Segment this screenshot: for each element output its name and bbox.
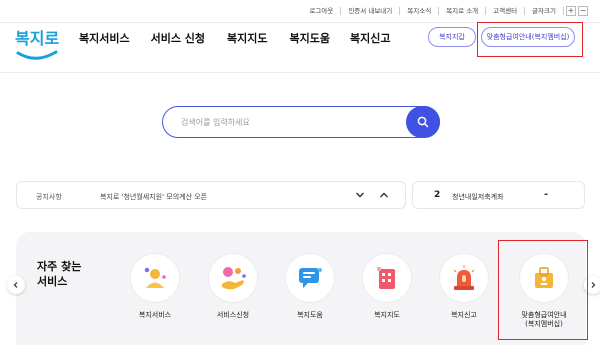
building-icon (377, 267, 395, 289)
service-map[interactable]: 복지지도 (357, 254, 417, 320)
utility-bar: 로그아웃 인증서 내보내기 복지소식 복지로 소개 고객센터 글자크기 + − (302, 5, 588, 17)
export-cert-link[interactable]: 인증서 내보내기 (341, 7, 401, 15)
search-button[interactable] (406, 105, 440, 138)
search-input[interactable]: 검색어를 입력하세요 (181, 117, 250, 128)
service-icon-circle (440, 254, 488, 302)
about-link[interactable]: 복지로 소개 (439, 7, 487, 15)
hand-coin-icon (222, 267, 246, 290)
ranking-bar[interactable]: 2 청년내일저축계좌 - (412, 181, 585, 209)
nav-welfare-service[interactable]: 복지서비스 (79, 30, 130, 46)
nav-welfare-help[interactable]: 복지도움 (290, 30, 330, 46)
welfare-wallet-button[interactable]: 복지지갑 (428, 27, 476, 47)
service-icon-circle (209, 254, 257, 302)
search-icon (417, 116, 429, 127)
service-icon-circle (131, 254, 179, 302)
highlight-box-header (477, 22, 583, 57)
person-icon (144, 267, 166, 288)
font-size-increase-button[interactable]: + (566, 6, 576, 16)
service-icon-circle (286, 254, 334, 302)
notice-bar: 공지사항 복지로 '청년월세지원' 모의계산 오픈 (16, 181, 406, 209)
service-apply[interactable]: 서비스신청 (203, 254, 263, 320)
service-label: 복지도움 (297, 311, 323, 319)
logout-link[interactable]: 로그아웃 (302, 7, 342, 15)
chevron-left-icon (13, 282, 18, 288)
favorite-services-title: 자주 찾는 서비스 (37, 260, 82, 288)
nav-service-apply[interactable]: 서비스 신청 (151, 30, 205, 46)
notice-next-button[interactable] (353, 188, 367, 202)
service-label: 복지서비스 (138, 311, 172, 319)
highlight-box-service (498, 240, 588, 340)
service-label: 복지신고 (451, 311, 477, 319)
notice-text[interactable]: 복지로 '청년월세지원' 모의계산 오픈 (100, 192, 207, 202)
ranking-number: 2 (434, 190, 441, 200)
customer-center-link[interactable]: 고객센터 (486, 7, 526, 15)
main-nav: 복지서비스 서비스 신청 복지지도 복지도움 복지신고 (79, 30, 412, 46)
ranking-text: 청년내일저축계좌 (452, 193, 504, 201)
search-bar: 검색어를 입력하세요 (162, 105, 440, 138)
nav-welfare-report[interactable]: 복지신고 (350, 30, 390, 46)
welfare-news-link[interactable]: 복지소식 (400, 7, 440, 15)
header-divider (0, 72, 600, 73)
notice-prev-button[interactable] (377, 188, 391, 202)
service-icon-circle (363, 254, 411, 302)
service-help[interactable]: 복지도움 (280, 254, 340, 320)
service-label: 복지지도 (374, 311, 400, 319)
font-size-label: 글자크기 (525, 7, 564, 15)
logo-text: 복지로 (15, 29, 59, 48)
font-size-decrease-button[interactable]: − (578, 6, 588, 16)
nav-welfare-map[interactable]: 복지지도 (227, 30, 267, 46)
logo-mark: 복지로 (15, 29, 59, 60)
ranking-change: - (544, 189, 549, 200)
service-label: 서비스신청 (216, 311, 250, 319)
chevron-right-icon (591, 282, 596, 288)
siren-icon (453, 265, 475, 290)
logo[interactable]: 복지로 (14, 26, 64, 66)
chevron-down-icon (356, 192, 364, 198)
carousel-prev-button[interactable] (7, 276, 25, 294)
service-report[interactable]: 복지신고 (434, 254, 494, 320)
notice-label: 공지사항 (36, 193, 62, 201)
service-welfare[interactable]: 복지서비스 (125, 254, 185, 320)
chat-icon (299, 268, 322, 288)
chevron-up-icon (380, 192, 388, 198)
